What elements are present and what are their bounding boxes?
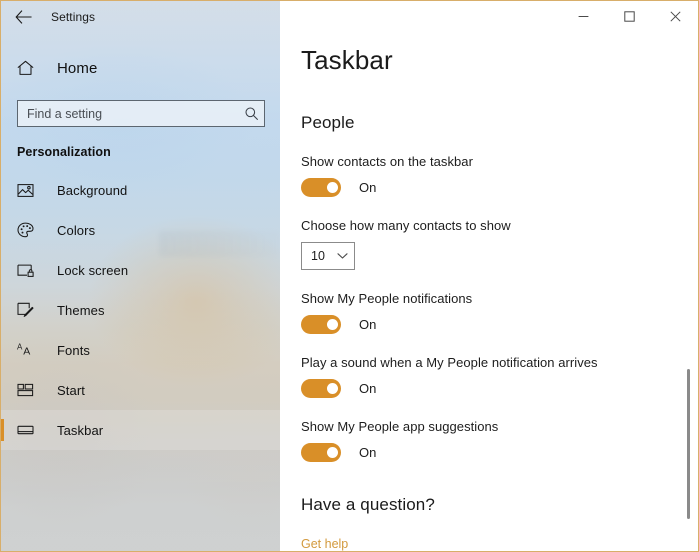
search-icon[interactable] [238, 101, 264, 126]
content-scrollbar[interactable] [684, 1, 694, 551]
sidebar-item-lock-screen-label: Lock screen [57, 262, 129, 278]
toggle-knob [327, 181, 338, 193]
toggle-knob [327, 318, 338, 330]
setting-label: Choose how many contacts to show [301, 217, 511, 233]
sidebar-item-taskbar[interactable]: Taskbar [1, 410, 280, 450]
contacts-count-dropdown[interactable]: 10 [301, 241, 355, 270]
back-arrow-icon [14, 10, 32, 24]
toggle-row: On [301, 378, 698, 398]
setting-show-contacts: Show contacts on the taskbar On [301, 154, 698, 197]
back-button[interactable] [1, 2, 45, 32]
sidebar-item-background[interactable]: Background [1, 170, 280, 210]
setting-label: Play a sound when a My People notificati… [301, 354, 598, 370]
fonts-icon: A A [17, 342, 39, 358]
sidebar-item-fonts[interactable]: A A Fonts [1, 330, 280, 370]
sidebar-item-home-label: Home [57, 59, 98, 77]
setting-label: Show My People notifications [301, 290, 473, 306]
play-sound-toggle[interactable] [301, 378, 341, 398]
sidebar-item-taskbar-label: Taskbar [57, 422, 104, 438]
themes-icon [17, 302, 39, 318]
settings-content: Taskbar People Show contacts on the task… [280, 1, 698, 551]
sidebar-item-lock-screen[interactable]: Lock screen [1, 250, 280, 290]
toggle-state-label: On [359, 444, 377, 460]
setting-label: Show contacts on the taskbar [301, 153, 473, 169]
scrollbar-thumb[interactable] [687, 369, 690, 519]
search-box[interactable] [17, 100, 265, 127]
settings-window: Settings Home Personalization [0, 0, 699, 552]
setting-my-people-notifications: Show My People notifications On [301, 291, 698, 334]
setting-app-suggestions: Show My People app suggestions On [301, 419, 698, 462]
svg-text:A: A [17, 343, 23, 352]
toggle-row: On [301, 442, 698, 462]
taskbar-icon [17, 424, 39, 436]
sidebar-item-themes-label: Themes [57, 302, 105, 318]
start-icon [17, 383, 39, 397]
toggle-state-label: On [359, 380, 377, 396]
chevron-down-icon [337, 247, 348, 265]
palette-icon [17, 222, 39, 238]
sidebar-item-start-label: Start [57, 382, 85, 398]
sidebar-item-themes[interactable]: Themes [1, 290, 280, 330]
sidebar-group-label: Personalization [17, 145, 111, 159]
home-icon [17, 60, 39, 76]
page-title: Taskbar [301, 45, 393, 75]
sidebar-item-colors-label: Colors [57, 222, 96, 238]
section-title-people: People [301, 112, 355, 132]
dropdown-value: 10 [311, 248, 325, 263]
lock-screen-icon [17, 263, 39, 278]
setting-contacts-count: Choose how many contacts to show 10 [301, 218, 698, 270]
setting-label: Show My People app suggestions [301, 418, 499, 434]
toggle-knob [327, 446, 338, 458]
toggle-state-label: On [359, 316, 377, 332]
my-people-notifications-toggle[interactable] [301, 314, 341, 334]
app-title: Settings [51, 10, 96, 24]
help-title: Have a question? [301, 494, 435, 514]
sidebar-item-colors[interactable]: Colors [1, 210, 280, 250]
sidebar: Settings Home Personalization [1, 1, 280, 551]
help-section: Have a question? Get help [301, 495, 698, 551]
show-contacts-toggle[interactable] [301, 177, 341, 197]
toggle-state-label: On [359, 179, 377, 195]
sidebar-header: Settings [1, 1, 280, 33]
get-help-link[interactable]: Get help [301, 537, 348, 551]
sidebar-item-home[interactable]: Home [1, 51, 280, 85]
setting-play-sound: Play a sound when a My People notificati… [301, 355, 698, 398]
sidebar-item-background-label: Background [57, 182, 128, 198]
toggle-row: On [301, 177, 698, 197]
sidebar-item-fonts-label: Fonts [57, 342, 91, 358]
sidebar-item-start[interactable]: Start [1, 370, 280, 410]
picture-icon [17, 183, 39, 198]
toggle-row: On [301, 314, 698, 334]
svg-text:A: A [23, 346, 30, 358]
search-input[interactable] [18, 106, 238, 121]
main-content-pane: Taskbar People Show contacts on the task… [280, 1, 698, 551]
app-suggestions-toggle[interactable] [301, 442, 341, 462]
sidebar-nav-list: Background Colors Lock screen Themes A A… [1, 170, 280, 450]
toggle-knob [327, 382, 338, 394]
